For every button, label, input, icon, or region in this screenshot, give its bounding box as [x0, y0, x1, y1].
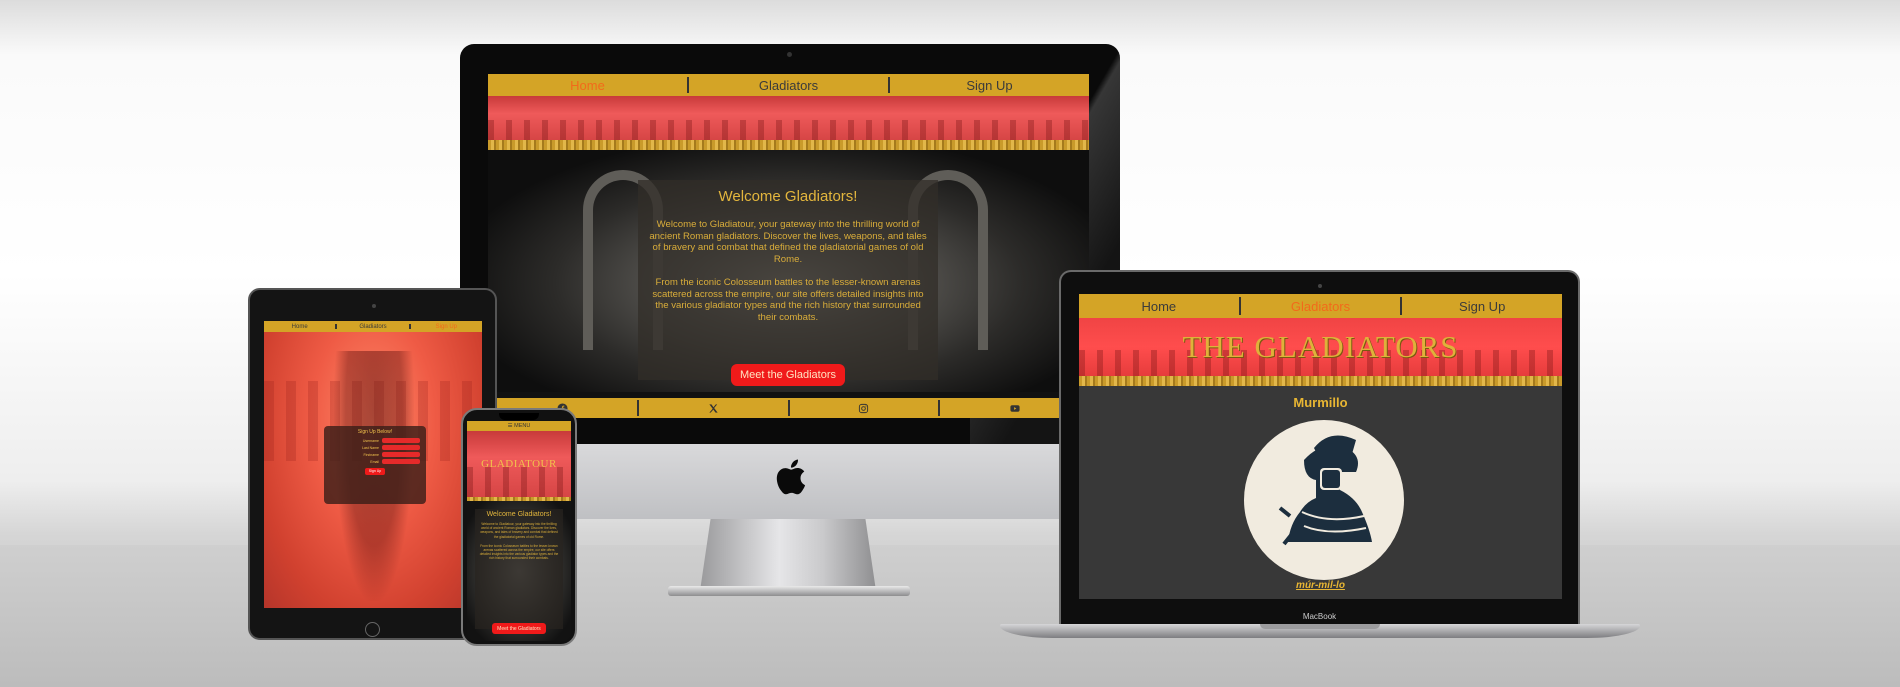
nav-signup-link[interactable]: Sign Up — [1402, 299, 1562, 314]
field-label: Username — [362, 438, 379, 443]
imac-stand — [700, 519, 876, 591]
tablet-home-button — [365, 622, 380, 637]
nav-gladiators-link[interactable]: Gladiators — [337, 324, 408, 330]
welcome-paragraph-1: Welcome to Gladiatour, your gateway into… — [480, 522, 558, 539]
username-field[interactable] — [382, 438, 420, 443]
colosseum-hall-image: Welcome Gladiators! Welcome to Gladiatou… — [467, 501, 571, 641]
gold-ornament-strip — [488, 140, 1089, 150]
signup-field-row: Last Name — [330, 445, 420, 450]
phone-hero-banner: GLADIATOUR — [467, 431, 571, 497]
welcome-title: Welcome Gladiators! — [486, 511, 552, 518]
welcome-paragraph-2: From the iconic Colosseum battles to the… — [479, 543, 559, 561]
signup-field-row: Email — [330, 459, 420, 464]
nav-gladiators-link[interactable]: Gladiators — [1241, 299, 1401, 314]
macbook-opening-notch — [1260, 624, 1380, 629]
apple-logo-icon — [776, 459, 806, 495]
welcome-box: Welcome Gladiators! Welcome to Gladiatou… — [475, 509, 563, 629]
phone-screen: ☰ MENU GLADIATOUR Welcome Gladiators! We… — [467, 421, 571, 641]
hero-banner — [488, 96, 1089, 140]
meet-gladiators-button[interactable]: Meet the Gladiators — [492, 623, 546, 634]
field-label: Last Name — [362, 445, 379, 450]
welcome-paragraph-1: Welcome to Gladiatour, your gateway into… — [649, 219, 927, 265]
signup-title: Sign Up Below! — [357, 429, 393, 435]
signup-field-row: Username — [330, 438, 420, 443]
tablet-camera — [372, 304, 376, 308]
gladiators-banner: THE GLADIATORS — [1079, 318, 1562, 376]
field-label: Firstname — [363, 452, 379, 457]
tablet-nav: Home Gladiators Sign Up — [264, 321, 482, 332]
murmillo-portrait — [1244, 420, 1404, 580]
colosseum-hall-image: Welcome Gladiators! Welcome to Gladiatou… — [488, 150, 1089, 392]
macbook-screen: Home Gladiators Sign Up THE GLADIATORS M… — [1079, 294, 1562, 599]
email-field[interactable] — [382, 459, 420, 464]
last-name-field[interactable] — [382, 445, 420, 450]
nav-home-link[interactable]: Home — [264, 324, 335, 330]
nav-gladiators-link[interactable]: Gladiators — [689, 78, 888, 93]
imac-screen: Home Gladiators Sign Up Welcome Gladiato… — [488, 74, 1089, 418]
signup-submit-button[interactable]: Sign Up — [365, 468, 385, 475]
welcome-box: Welcome Gladiators! Welcome to Gladiatou… — [638, 180, 938, 380]
imac-stand-base — [668, 586, 910, 596]
meet-gladiators-button[interactable]: Meet the Gladiators — [731, 364, 845, 386]
welcome-title: Welcome Gladiators! — [718, 188, 858, 205]
nav-signup-link[interactable]: Sign Up — [411, 324, 482, 330]
gladiator-helmet-icon — [1278, 435, 1372, 546]
gladiator-name: Murmillo — [1293, 395, 1348, 410]
imac-camera — [787, 52, 792, 57]
nav-home-link[interactable]: Home — [1079, 299, 1239, 314]
page-title: THE GLADIATORS — [1182, 329, 1459, 364]
signup-form: Sign Up Below! Username Last Name Firstn… — [324, 426, 426, 504]
nav-home-link[interactable]: Home — [488, 78, 687, 93]
macbook-label: MacBook — [1302, 612, 1337, 621]
field-label: Email — [370, 459, 379, 464]
gold-ornament-strip — [1079, 376, 1562, 386]
phone-notch — [499, 413, 539, 420]
imac-footer — [488, 398, 1089, 418]
nav-signup-link[interactable]: Sign Up — [890, 78, 1089, 93]
macbook-camera — [1318, 284, 1322, 288]
site-logo-title: GLADIATOUR — [481, 458, 557, 470]
instagram-icon[interactable] — [790, 398, 939, 418]
tablet-screen: Home Gladiators Sign Up Sign Up Below! U… — [264, 321, 482, 608]
hamburger-menu-button[interactable]: ☰ MENU — [467, 421, 571, 431]
pronunciation-link[interactable]: múr-mil-lo — [1079, 580, 1562, 591]
welcome-paragraph-2: From the iconic Colosseum battles to the… — [652, 277, 924, 323]
first-name-field[interactable] — [382, 452, 420, 457]
signup-field-row: Firstname — [330, 452, 420, 457]
macbook-nav: Home Gladiators Sign Up — [1079, 294, 1562, 318]
x-icon[interactable] — [639, 398, 788, 418]
imac-nav: Home Gladiators Sign Up — [488, 74, 1089, 96]
